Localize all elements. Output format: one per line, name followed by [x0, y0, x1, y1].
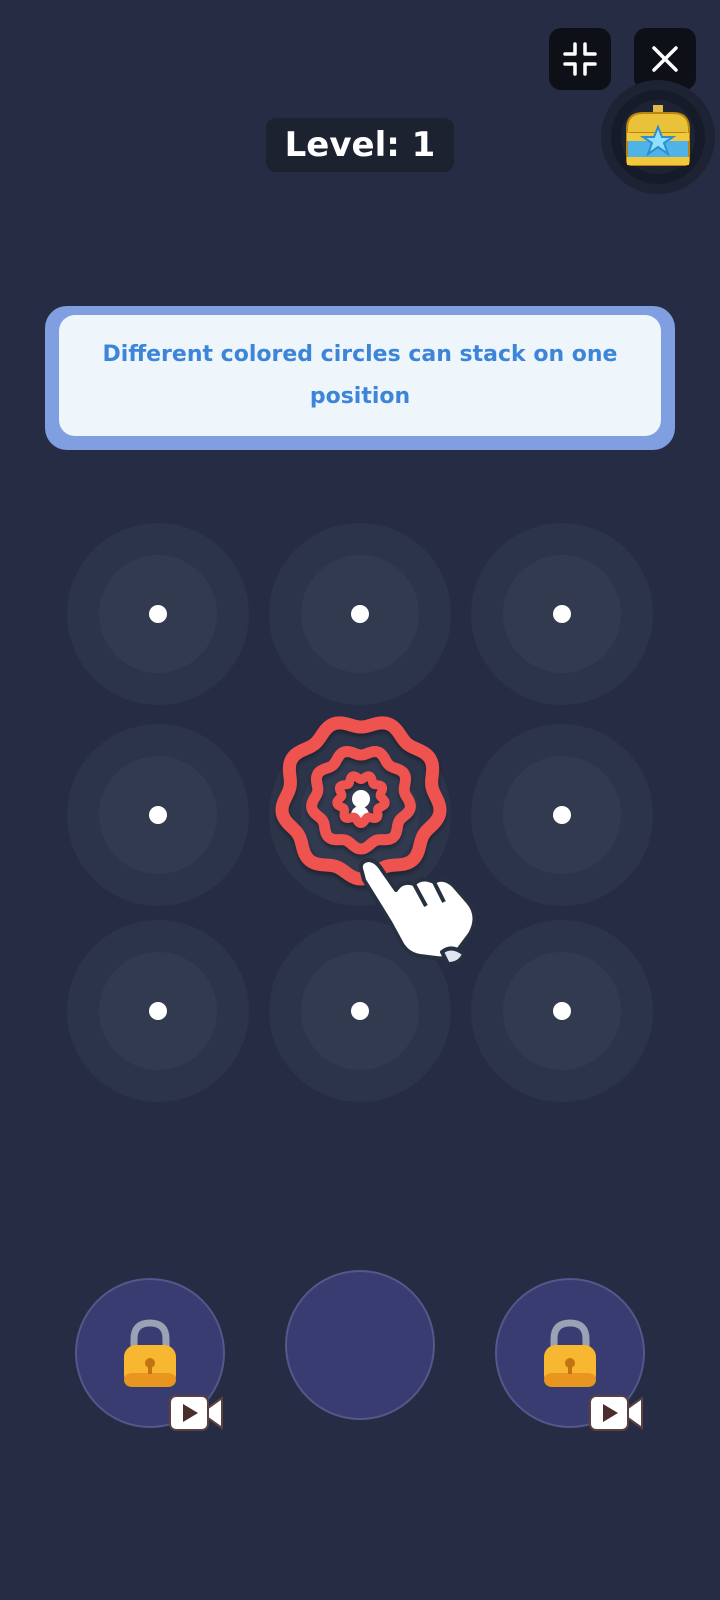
level-label: Level: 1	[266, 118, 454, 172]
slot-dot	[351, 605, 369, 623]
slot-dot	[351, 1002, 369, 1020]
slot-dot	[553, 1002, 571, 1020]
slot-dot	[352, 790, 370, 808]
treasure-chest-icon	[626, 105, 690, 166]
minimize-button[interactable]	[549, 28, 611, 90]
board-slot-3-1[interactable]	[67, 920, 249, 1102]
chest-progress-ring	[611, 90, 705, 184]
board-slot-2-3[interactable]	[471, 724, 653, 906]
slot-dot	[553, 605, 571, 623]
empty-tray-center[interactable]	[285, 1270, 435, 1420]
padlock-icon	[544, 1319, 596, 1387]
slot-dot	[149, 605, 167, 623]
board-slot-1-3[interactable]	[471, 523, 653, 705]
board-slot-3-3[interactable]	[471, 920, 653, 1102]
slot-dot	[149, 1002, 167, 1020]
board-slot-1-2[interactable]	[269, 523, 451, 705]
hint-banner: Different colored circles can stack on o…	[45, 306, 675, 450]
slot-dot	[149, 806, 167, 824]
video-icon[interactable]	[588, 1392, 644, 1434]
board-slot-2-1[interactable]	[67, 724, 249, 906]
minimize-icon	[563, 42, 597, 76]
treasure-chest-button[interactable]	[601, 80, 715, 194]
pointing-hand-icon	[358, 858, 477, 966]
board-slot-1-1[interactable]	[67, 523, 249, 705]
slot-dot	[553, 806, 571, 824]
padlock-icon	[124, 1319, 176, 1387]
hint-text: Different colored circles can stack on o…	[59, 315, 661, 436]
video-icon[interactable]	[168, 1392, 224, 1434]
close-icon	[652, 46, 678, 72]
